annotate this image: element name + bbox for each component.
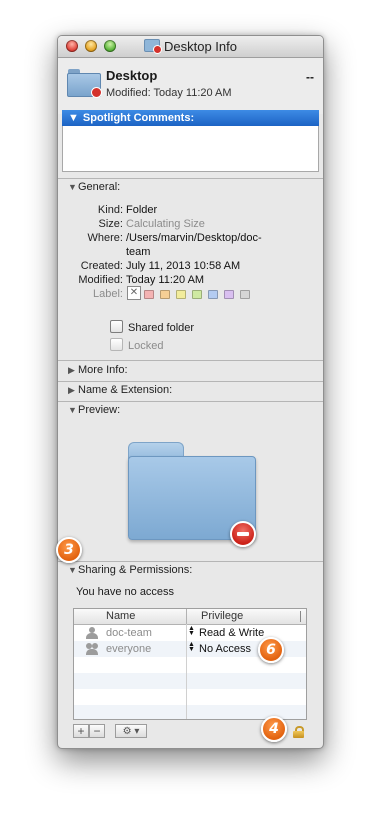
no-entry-badge-icon: [91, 87, 102, 98]
checkbox-box[interactable]: [110, 320, 123, 333]
lock-icon[interactable]: [293, 726, 304, 738]
where-row-cont: team: [58, 245, 323, 259]
divider: [58, 381, 323, 382]
group-icon: [86, 643, 98, 655]
divider: [58, 401, 323, 402]
table-header: Name Privilege: [74, 609, 306, 625]
window-title-text: Desktop Info: [164, 39, 237, 54]
privilege-popup[interactable]: ▲ ▼ No Access: [188, 641, 251, 657]
where-value: /Users/marvin/Desktop/doc-: [126, 232, 262, 244]
disclosure-down-icon[interactable]: ▼: [68, 565, 78, 575]
label-blue-swatch[interactable]: [208, 290, 218, 299]
column-privilege-header[interactable]: Privilege: [201, 609, 243, 624]
info-window: Desktop Info Desktop Modified: Today 11:…: [57, 35, 324, 749]
item-size: --: [306, 70, 314, 84]
title-bar[interactable]: Desktop Info: [58, 36, 323, 58]
column-name-header[interactable]: Name: [106, 609, 135, 624]
item-modified: Modified: Today 11:20 AM: [106, 87, 232, 99]
table-row: [74, 689, 306, 705]
label-none-button[interactable]: ✕: [127, 286, 141, 300]
modified-row: Modified: Today 11:20 AM: [78, 274, 205, 286]
label-orange-swatch[interactable]: [160, 290, 170, 299]
section-preview[interactable]: ▼Preview:: [68, 404, 120, 416]
annotation-badge-4: 4: [261, 716, 287, 742]
label-green-swatch[interactable]: [192, 290, 202, 299]
annotation-badge-3: 3: [56, 537, 82, 563]
table-row: [74, 673, 306, 689]
permissions-note: You have no access: [76, 586, 175, 598]
kind-value: Folder: [126, 204, 158, 216]
disclosure-right-icon[interactable]: ▶: [68, 365, 78, 376]
add-button[interactable]: +: [73, 724, 89, 738]
spotlight-comments-header[interactable]: ▼ Spotlight Comments:: [62, 110, 319, 126]
label-purple-swatch[interactable]: [224, 290, 234, 299]
no-entry-icon: [230, 521, 256, 547]
disclosure-down-icon[interactable]: ▼: [68, 110, 79, 126]
locked-checkbox[interactable]: Locked: [110, 338, 163, 352]
modified-value: Today 11:20 AM: [126, 274, 205, 286]
label-row: Label:: [93, 288, 123, 300]
annotation-badge-6: 6: [258, 637, 284, 663]
shared-folder-checkbox[interactable]: Shared folder: [110, 320, 194, 334]
window-title: Desktop Info: [58, 39, 323, 54]
label-yellow-swatch[interactable]: [176, 290, 186, 299]
section-name-extension[interactable]: ▶ Name & Extension:: [68, 384, 172, 396]
privilege-popup[interactable]: ▲ ▼ Read & Write: [188, 625, 264, 641]
where-value-cont: team: [126, 246, 151, 258]
size-value: Calculating Size: [126, 218, 205, 230]
divider: [58, 360, 323, 361]
no-entry-badge-icon: [153, 45, 162, 54]
disclosure-down-icon[interactable]: ▼: [68, 405, 78, 415]
section-more-info[interactable]: ▶ More Info:: [68, 364, 128, 376]
action-menu-button[interactable]: ⚙ ▾: [115, 724, 147, 738]
where-row: Where: /Users/marvin/Desktop/doc-: [87, 232, 262, 244]
section-sharing-permissions[interactable]: ▼Sharing & Permissions:: [68, 564, 192, 576]
disclosure-down-icon[interactable]: ▼: [68, 182, 78, 192]
label-red-swatch[interactable]: [144, 290, 154, 299]
divider: [58, 178, 323, 179]
remove-button[interactable]: −: [89, 724, 105, 738]
disclosure-right-icon[interactable]: ▶: [68, 385, 78, 396]
kind-row: Kind: Folder: [97, 204, 158, 216]
divider: [58, 561, 323, 562]
permissions-table: Name Privilege doc-team ▲ ▼ Read & Write e…: [73, 608, 307, 720]
folder-icon: [144, 39, 162, 54]
info-header: Desktop Modified: Today 11:20 AM --: [58, 58, 323, 114]
section-general[interactable]: ▼General:: [68, 181, 120, 193]
folder-icon: [67, 69, 102, 98]
created-value: July 11, 2013 10:58 AM: [126, 260, 241, 272]
size-row: Size: Calculating Size: [98, 218, 205, 230]
label-gray-swatch[interactable]: [240, 290, 250, 299]
item-name: Desktop: [106, 68, 158, 83]
user-icon: [86, 627, 98, 639]
created-row: Created: July 11, 2013 10:58 AM: [80, 260, 241, 272]
checkbox-box[interactable]: [110, 338, 123, 351]
spotlight-comments-field[interactable]: [62, 126, 319, 172]
